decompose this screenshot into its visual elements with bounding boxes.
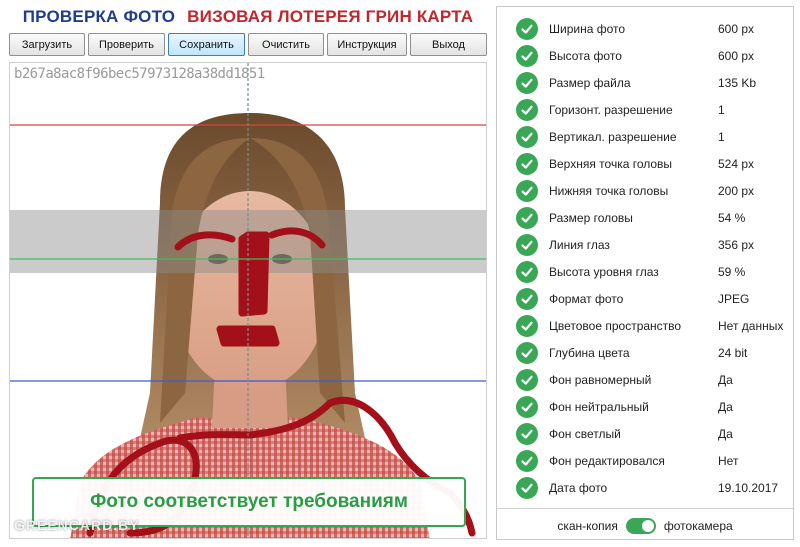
load-button[interactable]: Загрузить [9, 33, 85, 56]
result-label: Высота фото [549, 48, 622, 63]
result-value: 356 px [718, 237, 755, 252]
result-value: 1 [718, 129, 725, 144]
watermark: GREENCARD.BY [14, 517, 140, 533]
check-icon [516, 179, 538, 202]
result-label: Линия глаз [549, 237, 610, 252]
result-label: Фон редактировался [549, 453, 665, 468]
result-row: Вертикал. разрешение 1 [497, 123, 793, 150]
result-label: Высота уровня глаз [549, 264, 659, 279]
check-icon [516, 206, 538, 229]
result-row: Ширина фото 600 px [497, 15, 793, 42]
check-icon [516, 125, 538, 148]
result-value: 600 px [718, 21, 755, 36]
result-label: Формат фото [549, 291, 624, 306]
result-value: 24 bit [718, 345, 748, 360]
check-icon [516, 17, 538, 40]
check-icon [516, 98, 538, 121]
result-label: Ширина фото [549, 21, 626, 36]
photo-preview[interactable]: b267a8ac8f96bec57973128a38dd1851 Фото со… [9, 62, 487, 539]
result-value: 54 % [718, 210, 746, 225]
result-row: Нижняя точка головы 200 px [497, 177, 793, 204]
result-row: Цветовое пространство Нет данных [497, 312, 793, 339]
result-label: Дата фото [549, 480, 608, 495]
result-value: Да [718, 426, 733, 441]
result-row: Фон редактировался Нет [497, 447, 793, 474]
result-value: JPEG [718, 291, 750, 306]
result-row: Линия глаз 356 px [497, 231, 793, 258]
result-row: Фон равномерный Да [497, 366, 793, 393]
result-label: Цветовое пространство [549, 318, 682, 333]
result-value: Нет [718, 453, 739, 468]
result-value: 600 px [718, 48, 755, 63]
source-toggle[interactable] [625, 518, 656, 534]
result-value: Да [718, 399, 733, 414]
check-icon [516, 449, 538, 472]
app-subtitle: ВИЗОВАЯ ЛОТЕРЕЯ ГРИН КАРТА [187, 7, 474, 26]
photo-image [10, 63, 486, 538]
panel-divider [497, 508, 793, 509]
result-label: Горизонт. разрешение [549, 102, 673, 117]
results-panel: Ширина фото 600 px Высота фото 600 px Размер… [496, 6, 794, 540]
result-row: Высота фото 600 px [497, 42, 793, 69]
check-icon [516, 422, 538, 445]
result-label: Вертикал. разрешение [549, 129, 677, 144]
toggle-knob [641, 520, 654, 532]
result-value: 200 px [718, 183, 755, 198]
result-row: Формат фото JPEG [497, 285, 793, 312]
check-icon [516, 368, 538, 391]
check-icon [516, 152, 538, 175]
result-label: Верхняя точка головы [549, 156, 673, 171]
result-row: Верхняя точка головы 524 px [497, 150, 793, 177]
check-icon [516, 314, 538, 337]
result-row: Фон нейтральный Да [497, 393, 793, 420]
source-mode-switch: скан-копия фотокамера [497, 515, 793, 537]
result-label: Размер файла [549, 75, 631, 90]
check-icon [516, 476, 538, 499]
result-label: Размер головы [549, 210, 633, 225]
result-row: Фон светлый Да [497, 420, 793, 447]
result-row: Высота уровня глаз 59 % [497, 258, 793, 285]
check-icon [516, 260, 538, 283]
result-label: Глубина цвета [549, 345, 630, 360]
result-row: Размер головы 54 % [497, 204, 793, 231]
check-icon [516, 287, 538, 310]
check-icon [516, 233, 538, 256]
result-value: 59 % [718, 264, 746, 279]
result-row: Горизонт. разрешение 1 [497, 96, 793, 123]
status-message: Фото соответствует требованиям [90, 491, 408, 512]
photo-hash: b267a8ac8f96bec57973128a38dd1851 [14, 66, 265, 82]
result-row: Дата фото 19.10.2017 [497, 474, 793, 501]
save-button[interactable]: Сохранить [168, 33, 245, 56]
app-title: ПРОВЕРКА ФОТО [22, 7, 176, 26]
result-value: 19.10.2017 [718, 480, 779, 495]
results-list: Ширина фото 600 px Высота фото 600 px Размер… [497, 15, 793, 501]
check-icon [516, 395, 538, 418]
check-button[interactable]: Проверить [88, 33, 165, 56]
instruction-button[interactable]: Инструкция [327, 33, 407, 56]
result-value: Нет данных [718, 318, 784, 333]
check-icon [516, 71, 538, 94]
result-value: 135 Kb [718, 75, 757, 90]
check-icon [516, 341, 538, 364]
exit-button[interactable]: Выход [410, 33, 487, 56]
result-row: Глубина цвета 24 bit [497, 339, 793, 366]
result-label: Фон светлый [549, 426, 621, 441]
check-icon [516, 44, 538, 67]
result-row: Размер файла 135 Kb [497, 69, 793, 96]
result-value: 524 px [718, 156, 755, 171]
clear-button[interactable]: Очистить [248, 33, 324, 56]
scan-copy-label: скан-копия [557, 519, 618, 533]
toolbar: Загрузить Проверить Сохранить Очистить И… [9, 33, 487, 57]
camera-label: фотокамера [663, 519, 733, 533]
result-label: Нижняя точка головы [549, 183, 669, 198]
result-value: 1 [718, 102, 725, 117]
app-header: ПРОВЕРКА ФОТО ВИЗОВАЯ ЛОТЕРЕЯ ГРИН КАРТА [0, 4, 496, 30]
result-label: Фон равномерный [549, 372, 652, 387]
result-value: Да [718, 372, 733, 387]
result-label: Фон нейтральный [549, 399, 649, 414]
